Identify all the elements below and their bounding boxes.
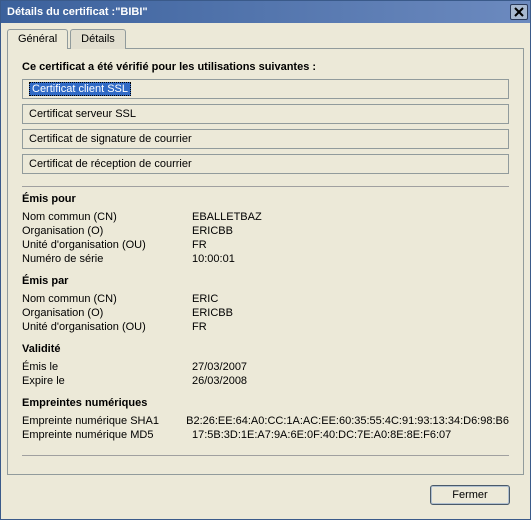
usage-label: Certificat de réception de courrier [29, 158, 192, 170]
o-label: Organisation (O) [22, 225, 192, 237]
expires-on-value: 26/03/2008 [192, 375, 247, 387]
divider [22, 455, 509, 456]
table-row: Numéro de série 10:00:01 [22, 253, 509, 265]
fingerprints-heading: Empreintes numériques [22, 397, 509, 409]
issued-on-label: Émis le [22, 361, 192, 373]
o-label: Organisation (O) [22, 307, 192, 319]
verified-heading: Ce certificat a été vérifié pour les uti… [22, 61, 509, 73]
serial-value: 10:00:01 [192, 253, 235, 265]
usage-label: Certificat serveur SSL [29, 108, 136, 120]
md5-label: Empreinte numérique MD5 [22, 429, 192, 441]
validity-heading: Validité [22, 343, 509, 355]
usage-item[interactable]: Certificat de réception de courrier [22, 154, 509, 174]
issued-by-heading: Émis par [22, 275, 509, 287]
tab-panel-general: Ce certificat a été vérifié pour les uti… [7, 48, 524, 475]
o-value: ERICBB [192, 307, 233, 319]
divider [22, 186, 509, 187]
usage-item[interactable]: Certificat client SSL [22, 79, 509, 99]
client-area: Général Détails Ce certificat a été véri… [1, 23, 530, 519]
sha1-label: Empreinte numérique SHA1 [22, 415, 186, 427]
titlebar: Détails du certificat :"BIBI" [1, 1, 530, 23]
bottom-bar: Fermer [7, 475, 524, 519]
usage-item[interactable]: Certificat de signature de courrier [22, 129, 509, 149]
o-value: ERICBB [192, 225, 233, 237]
expires-on-label: Expire le [22, 375, 192, 387]
cn-label: Nom commun (CN) [22, 293, 192, 305]
table-row: Empreinte numérique MD5 17:5B:3D:1E:A7:9… [22, 429, 509, 441]
tab-details[interactable]: Détails [70, 29, 126, 49]
table-row: Unité d'organisation (OU) FR [22, 321, 509, 333]
window-title: Détails du certificat :"BIBI" [7, 6, 148, 18]
close-button[interactable]: Fermer [430, 485, 510, 505]
usage-label: Certificat client SSL [29, 82, 131, 96]
table-row: Organisation (O) ERICBB [22, 225, 509, 237]
certificate-details-window: Détails du certificat :"BIBI" Général Dé… [0, 0, 531, 520]
usage-item[interactable]: Certificat serveur SSL [22, 104, 509, 124]
ou-value: FR [192, 239, 207, 251]
table-row: Émis le 27/03/2007 [22, 361, 509, 373]
serial-label: Numéro de série [22, 253, 192, 265]
ou-label: Unité d'organisation (OU) [22, 239, 192, 251]
cn-value: EBALLETBAZ [192, 211, 262, 223]
tabs: Général Détails [7, 29, 524, 49]
close-icon[interactable] [510, 4, 528, 20]
table-row: Unité d'organisation (OU) FR [22, 239, 509, 251]
table-row: Nom commun (CN) EBALLETBAZ [22, 211, 509, 223]
tab-label: Général [18, 33, 57, 45]
table-row: Expire le 26/03/2008 [22, 375, 509, 387]
table-row: Empreinte numérique SHA1 B2:26:EE:64:A0:… [22, 415, 509, 427]
tab-general[interactable]: Général [7, 29, 68, 49]
table-row: Organisation (O) ERICBB [22, 307, 509, 319]
ou-value: FR [192, 321, 207, 333]
ou-label: Unité d'organisation (OU) [22, 321, 192, 333]
issued-on-value: 27/03/2007 [192, 361, 247, 373]
md5-value: 17:5B:3D:1E:A7:9A:6E:0F:40:DC:7E:A0:8E:8… [192, 429, 451, 441]
issued-for-heading: Émis pour [22, 193, 509, 205]
cn-label: Nom commun (CN) [22, 211, 192, 223]
tab-label: Détails [81, 33, 115, 45]
usage-label: Certificat de signature de courrier [29, 133, 192, 145]
sha1-value: B2:26:EE:64:A0:CC:1A:AC:EE:60:35:55:4C:9… [186, 415, 509, 427]
table-row: Nom commun (CN) ERIC [22, 293, 509, 305]
cn-value: ERIC [192, 293, 218, 305]
